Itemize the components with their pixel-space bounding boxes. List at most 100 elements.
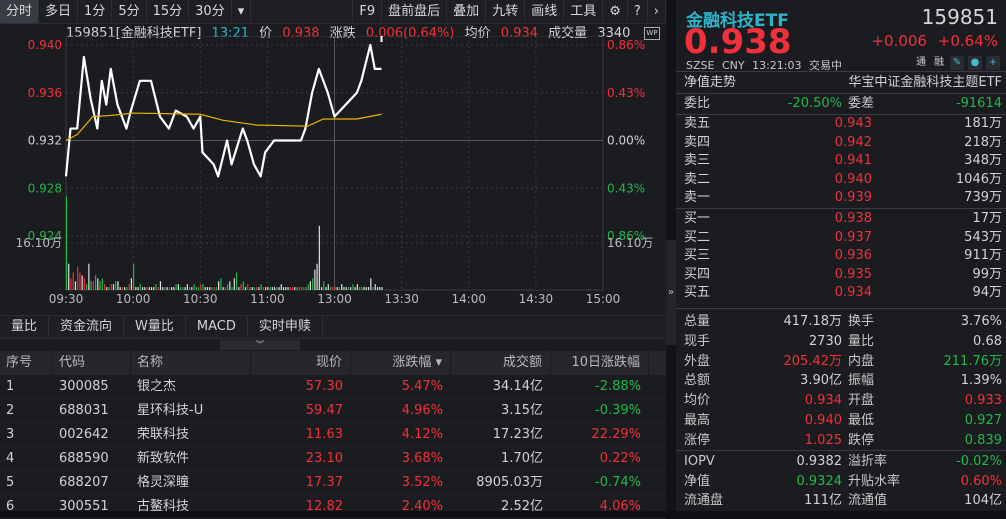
stat-label: 均价 (684, 393, 711, 409)
stat-label: 量比 (848, 333, 875, 349)
fund-full-name: 华宝中证金融科技主题ETF (848, 75, 1002, 90)
more-periods-dropdown[interactable]: ▾ (232, 0, 252, 23)
tab-period-3[interactable]: 5分 (112, 0, 147, 23)
stat-label: 换手 (848, 314, 875, 329)
stat-label: 流通值 (848, 493, 888, 508)
toolbar-button-2[interactable]: 叠加 (447, 0, 487, 23)
change-percent: +0.64% (937, 32, 998, 50)
last-price: 0.938 (684, 22, 792, 62)
order-book-row[interactable]: 买五 0.934 94万 (684, 284, 1002, 302)
level-quantity: 348万 (964, 153, 1002, 168)
order-book-row[interactable]: 买二 0.937 543万 (684, 229, 1002, 247)
y-right-tick-label: 0.43% (607, 86, 645, 100)
tab-period-2[interactable]: 1分 (78, 0, 113, 23)
order-book-row[interactable]: 买四 0.935 99万 (684, 266, 1002, 284)
column-header[interactable]: 涨跌幅 ▾ (351, 351, 451, 375)
level-quantity: 218万 (964, 134, 1002, 150)
cell-amount: 1.70亿 (501, 451, 543, 466)
level-price: 0.939 (834, 190, 872, 205)
plus-icon[interactable]: + (986, 56, 1000, 70)
table-row[interactable]: 3 002642 荣联科技 11.63 4.12% 17.23亿 22.29% (0, 423, 666, 447)
stat-row: 总量 417.18万 换手 3.76% (684, 312, 1002, 331)
cell-no: 2 (6, 403, 15, 418)
table-row[interactable]: 2 688031 星环科技-U 59.47 4.96% 3.15亿 -0.39% (0, 399, 666, 423)
divider (676, 308, 1006, 309)
order-book-row[interactable]: 卖三 0.941 348万 (684, 152, 1002, 170)
indicator-tab-2[interactable]: W量比 (124, 316, 186, 338)
collapse-handle-icon[interactable]: ︾ (220, 340, 300, 350)
order-book-row[interactable]: 卖一 0.939 739万 (684, 189, 1002, 207)
order-book-row[interactable]: 卖二 0.940 1046万 (684, 171, 1002, 189)
stat-label: 最高 (684, 413, 711, 428)
toolbar-button-0[interactable]: F9 (353, 0, 383, 23)
order-book-row[interactable]: 买三 0.936 911万 (684, 247, 1002, 265)
level-label: 买一 (684, 211, 711, 226)
weibi-row: 委比 -20.50% 委差 -91614 (684, 94, 1002, 113)
column-header[interactable]: 代码 (53, 351, 131, 375)
order-book-row[interactable]: 买一 0.938 17万 (684, 210, 1002, 228)
tag-tong: 通 (916, 57, 926, 68)
cell-code: 688031 (59, 403, 109, 418)
stat-label: 涨停 (684, 432, 711, 448)
pencil-icon[interactable]: ✎ (950, 56, 964, 70)
level-price: 0.941 (834, 153, 872, 168)
toolbar-button-3[interactable]: 九转 (486, 0, 526, 23)
cell-pct10: -0.74% (595, 475, 641, 490)
volume-axis-label: 16.10万 (16, 236, 62, 250)
column-header[interactable]: 序号 (0, 351, 53, 375)
x-tick-label: 10:00 (116, 292, 151, 306)
stat-value: 0.839 (964, 432, 1002, 448)
order-book-row[interactable]: 卖五 0.943 181万 (684, 115, 1002, 133)
order-book-row[interactable]: 卖四 0.942 218万 (684, 134, 1002, 152)
nav-row[interactable]: 净值走势 华宝中证金融科技主题ETF (684, 73, 1002, 92)
stat-value: 1.025 (804, 432, 842, 448)
cell-price: 57.30 (305, 379, 343, 394)
table-row[interactable]: 4 688590 新致软件 23.10 3.68% 1.70亿 0.22% (0, 447, 666, 471)
divider (676, 71, 1006, 72)
help-icon[interactable]: ? (628, 0, 648, 23)
tab-period-4[interactable]: 15分 (147, 0, 190, 23)
chevron-right-icon[interactable]: › (648, 0, 666, 23)
tab-period-1[interactable]: 多日 (39, 0, 79, 23)
cell-code: 688590 (59, 451, 109, 466)
y-right-tick-label: 0.00% (607, 134, 645, 148)
column-header[interactable]: 名称 (131, 351, 251, 375)
indicator-tab-4[interactable]: 实时申赎 (248, 316, 323, 338)
table-row[interactable]: 5 688207 格灵深瞳 17.37 3.52% 8905.03万 -0.74% (0, 471, 666, 495)
x-tick-label: 13:30 (384, 292, 419, 306)
tab-period-0[interactable]: 分时 (0, 0, 40, 23)
intraday-chart[interactable]: 0.9400.9360.9320.9280.9240.86%0.43%0.00%… (0, 36, 666, 311)
cell-amount: 17.23亿 (492, 427, 543, 442)
gear-icon[interactable]: ⚙ (603, 0, 628, 23)
bell-icon[interactable]: ● (968, 56, 982, 70)
column-header[interactable]: 10日涨跌幅 (551, 351, 649, 375)
stat-value: 0.60% (960, 473, 1002, 489)
expand-panel-icon[interactable]: » (666, 240, 676, 345)
toolbar-button-5[interactable]: 工具 (564, 0, 604, 23)
level-price: 0.937 (834, 229, 872, 245)
column-header[interactable]: 现价 (251, 351, 351, 375)
volume-axis-label-right: 16.10万 (607, 236, 653, 250)
toolbar-button-1[interactable]: 盘前盘后 (382, 0, 448, 23)
stat-label: 振幅 (848, 373, 875, 389)
stat-value: 3.90亿 (800, 373, 842, 389)
cell-no: 1 (6, 379, 15, 394)
level-price: 0.936 (834, 248, 872, 263)
weibi-label: 委比 (684, 96, 711, 111)
nav-trend-link[interactable]: 净值走势 (684, 73, 764, 92)
cell-no: 4 (6, 451, 15, 466)
level-label: 买三 (684, 248, 711, 263)
column-header[interactable]: 成交额 (451, 351, 551, 375)
tab-period-5[interactable]: 30分 (189, 0, 232, 23)
indicator-tab-0[interactable]: 量比 (0, 316, 50, 338)
stat-label: 溢折率 (848, 454, 888, 469)
indicator-tab-3[interactable]: MACD (186, 316, 248, 338)
stat-value: 2730 (808, 333, 842, 349)
table-row[interactable]: 6 300551 古鳌科技 12.82 2.40% 2.52亿 4.06% (0, 495, 666, 519)
cell-no: 5 (6, 475, 15, 490)
table-row[interactable]: 1 300085 银之杰 57.30 5.47% 34.14亿 -2.88% (0, 375, 666, 399)
toolbar-button-4[interactable]: 画线 (525, 0, 565, 23)
cell-no: 6 (6, 499, 15, 514)
indicator-tab-1[interactable]: 资金流向 (49, 316, 125, 338)
stat-row: 现手 2730 量比 0.68 (684, 332, 1002, 351)
